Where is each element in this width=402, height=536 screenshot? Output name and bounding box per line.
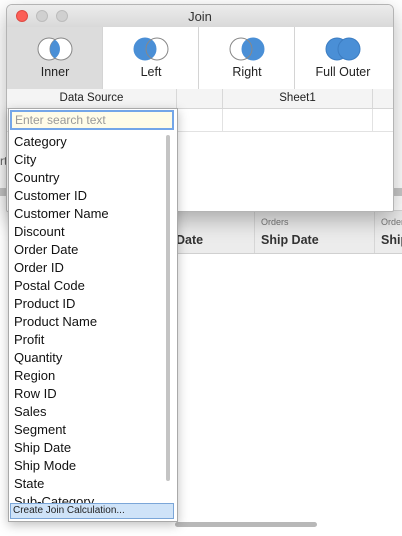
clause-header-data-source: Data Source <box>7 89 177 108</box>
title-bar[interactable]: Join <box>7 5 393 28</box>
field-item[interactable]: Region <box>9 367 165 385</box>
field-item[interactable]: Discount <box>9 223 165 241</box>
clause-operator[interactable] <box>177 109 223 131</box>
field-item[interactable]: Customer ID <box>9 187 165 205</box>
join-type-label: Full Outer <box>315 65 371 79</box>
vertical-scrollbar[interactable] <box>166 135 170 481</box>
field-item[interactable]: Product ID <box>9 295 165 313</box>
join-type-full-outer[interactable]: Full Outer <box>295 27 393 89</box>
dialog-title: Join <box>188 9 212 24</box>
join-type-left[interactable]: Left <box>103 27 199 89</box>
field-picker-dropdown: Category City Country Customer ID Custom… <box>8 108 178 522</box>
clause-header-sheet1: Sheet1 <box>223 89 373 108</box>
horizontal-scrollbar[interactable] <box>175 522 317 527</box>
field-item[interactable]: Order Date <box>9 241 165 259</box>
join-type-label: Right <box>232 65 262 79</box>
column-source: Orders <box>261 217 289 227</box>
field-item[interactable]: Product Name <box>9 313 165 331</box>
join-type-label: Inner <box>40 65 70 79</box>
clause-header-operator <box>177 89 223 108</box>
venn-full-outer-icon <box>325 37 361 61</box>
join-type-selector: Inner Left Right Full Outer <box>7 27 393 90</box>
field-list: Category City Country Customer ID Custom… <box>9 133 165 505</box>
field-item[interactable]: Quantity <box>9 349 165 367</box>
field-item[interactable]: Sales <box>9 403 165 421</box>
grid-column-header[interactable]: Order Ship <box>374 211 402 253</box>
field-item[interactable]: Customer Name <box>9 205 165 223</box>
background-data-grid: Date Orders Ship Date Order Ship <box>170 210 402 254</box>
field-item[interactable]: Postal Code <box>9 277 165 295</box>
venn-inner-icon <box>37 37 73 61</box>
field-item[interactable]: Order ID <box>9 259 165 277</box>
grid-column-header[interactable]: Orders Ship Date <box>254 211 375 253</box>
search-input[interactable] <box>10 110 174 130</box>
field-item[interactable]: Ship Mode <box>9 457 165 475</box>
column-name: Ship <box>381 233 402 247</box>
field-item[interactable]: City <box>9 151 165 169</box>
field-item[interactable]: Ship Date <box>9 439 165 457</box>
join-clause-header: Data Source Sheet1 <box>7 89 393 109</box>
join-type-inner[interactable]: Inner <box>7 27 103 89</box>
field-item[interactable]: Row ID <box>9 385 165 403</box>
field-item[interactable]: Category <box>9 133 165 151</box>
create-join-calculation-button[interactable]: Create Join Calculation... <box>10 503 174 519</box>
column-name: Date <box>176 233 204 247</box>
field-item[interactable]: State <box>9 475 165 493</box>
venn-left-icon <box>133 37 169 61</box>
field-item[interactable]: Profit <box>9 331 165 349</box>
grid-column-header[interactable]: Date <box>170 211 254 253</box>
clause-right-field[interactable] <box>223 109 373 131</box>
column-name: Ship Date <box>261 233 319 247</box>
column-source: Order <box>381 217 402 227</box>
join-type-label: Left <box>140 65 162 79</box>
field-item[interactable]: Segment <box>9 421 165 439</box>
field-item[interactable]: Country <box>9 169 165 187</box>
venn-right-icon <box>229 37 265 61</box>
join-type-right[interactable]: Right <box>199 27 295 89</box>
